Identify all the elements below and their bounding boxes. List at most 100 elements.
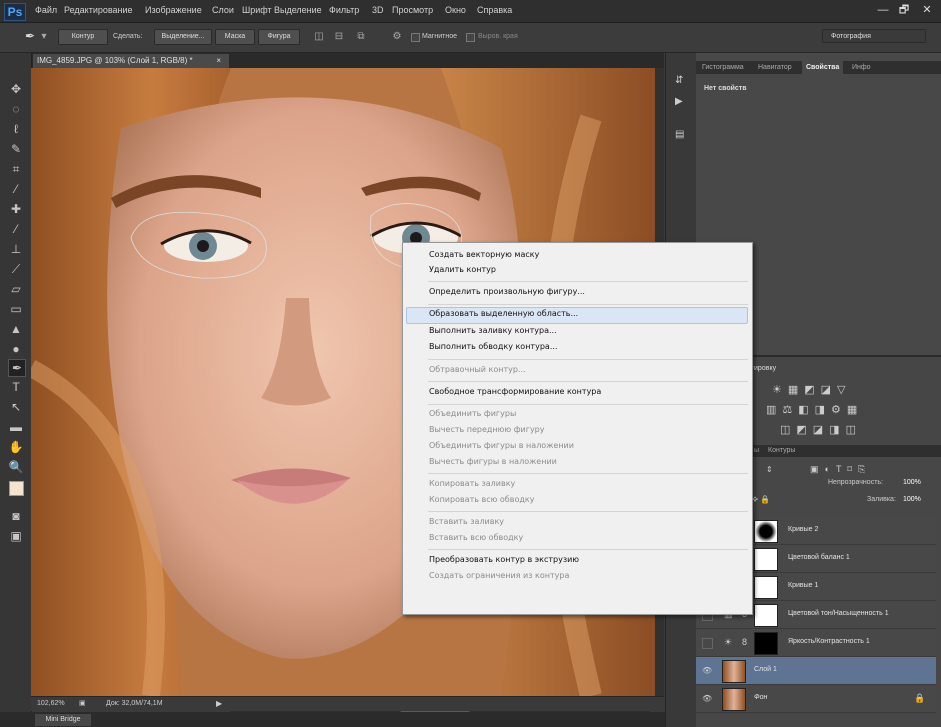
make-shape-button[interactable]: Фигура [258, 29, 300, 45]
hand-tool-icon[interactable]: ✋ [8, 439, 24, 455]
menu-item-copy-stroke[interactable]: Копировать всю обводку [429, 495, 534, 504]
menu-item-define-custom-shape[interactable]: Определить произвольную фигуру... [429, 287, 585, 296]
screen-mode-icon[interactable]: ▣ [8, 528, 24, 544]
lasso-tool-icon[interactable]: ℓ [8, 121, 24, 137]
menu-file[interactable]: Файл [35, 5, 57, 15]
tab-properties[interactable]: Свойства [802, 61, 844, 74]
document-tab-title: IMG_4859.JPG @ 103% (Слой 1, RGB/8) * [37, 56, 193, 65]
share-icon[interactable]: ▣ [79, 699, 86, 707]
menu-filter[interactable]: Фильтр [329, 5, 359, 15]
shape-tool-icon[interactable]: ▬ [8, 419, 24, 435]
menu-image[interactable]: Изображение [145, 5, 202, 15]
path-alignment-icon[interactable]: ⊟ [333, 31, 345, 42]
fill-value[interactable]: 100% [903, 496, 921, 503]
blur-tool-icon[interactable]: ▲ [8, 321, 24, 337]
status-bar: 102,62% ▣ Док: 32,0M/74,1M ▶ [31, 696, 664, 711]
menu-item-create-vector-mask[interactable]: Создать векторную маску [429, 250, 539, 259]
zoom-tool-icon[interactable]: 🔍 [8, 459, 24, 475]
eyedropper-tool-icon[interactable]: ⁄ [8, 181, 24, 197]
layer-comps-icon[interactable]: ▤ [675, 129, 684, 140]
pen-tool-icon[interactable]: ✒ [8, 359, 26, 377]
layer-filter-icons[interactable]: ▣◐T⌑⎘ [810, 464, 871, 475]
eye-icon[interactable]: 👁 [702, 666, 712, 675]
status-menu-arrow-icon[interactable]: ▶ [216, 699, 222, 708]
document-tab[interactable]: IMG_4859.JPG @ 103% (Слой 1, RGB/8) * × [33, 54, 229, 68]
tab-info[interactable]: Инфо [848, 61, 875, 74]
menu-item-fill-path[interactable]: Выполнить заливку контура... [429, 326, 557, 335]
filter-dropdown-icon[interactable]: ⇕ [766, 465, 773, 474]
menu-item-paste-fill[interactable]: Вставить заливку [429, 517, 504, 526]
magnetic-checkbox[interactable] [411, 33, 420, 42]
zoom-level[interactable]: 102,62% [37, 700, 65, 707]
type-tool-icon[interactable]: T [8, 379, 24, 395]
menu-layers[interactable]: Слои [212, 5, 234, 15]
move-tool-icon[interactable]: ✥ [8, 81, 24, 97]
menu-item-exclude-overlapping[interactable]: Вычесть фигуры в наложении [429, 457, 557, 466]
pen-tool-icon[interactable]: ✒ [24, 30, 36, 42]
menu-item-make-selection[interactable]: Образовать выделенную область... [429, 309, 578, 318]
gear-icon[interactable]: ⚙ [391, 31, 403, 42]
path-select-tool-icon[interactable]: ↖ [8, 399, 24, 415]
crop-tool-icon[interactable]: ⌗ [8, 161, 24, 177]
photoshop-logo: Ps [4, 3, 26, 21]
adjustment-icons-row-1[interactable]: ☀▦◩◪▽ [772, 383, 852, 396]
close-button[interactable]: ✕ [918, 3, 936, 17]
menu-item-clipping-path[interactable]: Обтравочный контур... [429, 365, 526, 374]
history-panel-icon[interactable]: ⇵ [675, 75, 683, 86]
adjustment-icons-row-2[interactable]: ▥⚖◧◨⚙▦ [766, 403, 863, 416]
tab-paths[interactable]: Контуры [764, 445, 799, 457]
make-mask-button[interactable]: Маска [215, 29, 255, 45]
menu-item-delete-path[interactable]: Удалить контур [429, 265, 496, 274]
healing-tool-icon[interactable]: ✚ [8, 201, 24, 217]
menu-view[interactable]: Просмотр [392, 5, 433, 15]
menu-item-extrude-path[interactable]: Преобразовать контур в экструзию [429, 555, 579, 564]
tab-histogram[interactable]: Гистограмма [698, 61, 748, 74]
menu-item-stroke-path[interactable]: Выполнить обводку контура... [429, 342, 557, 351]
close-tab-icon[interactable]: × [216, 54, 221, 68]
menu-select[interactable]: Выделение [274, 5, 322, 15]
menu-item-copy-fill[interactable]: Копировать заливку [429, 479, 515, 488]
adjustment-icons-row-3[interactable]: ◫◩◪◨◫ [780, 423, 862, 436]
eraser-tool-icon[interactable]: ▱ [8, 281, 24, 297]
menu-help[interactable]: Справка [477, 5, 512, 15]
align-edges-checkbox[interactable] [466, 33, 475, 42]
path-operations-icon[interactable]: ◫ [313, 31, 325, 42]
minimize-button[interactable]: — [874, 3, 892, 17]
menu-edit[interactable]: Редактирование [64, 5, 133, 15]
dodge-tool-icon[interactable]: ● [8, 341, 24, 357]
dropdown-arrow-icon[interactable]: ▾ [38, 31, 50, 42]
tab-navigator[interactable]: Навигатор [754, 61, 796, 74]
workspace-select[interactable]: Фотография [822, 29, 926, 43]
opacity-value[interactable]: 100% [903, 479, 921, 486]
menu-item-create-constraints[interactable]: Создать ограничения из контура [429, 571, 569, 580]
mode-select[interactable]: Контур [58, 29, 108, 45]
layer-row[interactable]: ☀ 8 Яркость/Контрастность 1 [696, 629, 936, 657]
path-arrangement-icon[interactable]: ⧉ [355, 31, 367, 42]
brush-tool-icon[interactable]: ⁄ [8, 221, 24, 237]
tools-panel: ✥ ◌ ℓ ✎ ⌗ ⁄ ✚ ⁄ ⊥ ⟋ ▱ ▭ ▲ ● ✒ T ↖ ▬ ✋ 🔍 … [0, 53, 32, 713]
layer-row[interactable]: 👁 Фон 🔒 [696, 685, 936, 713]
menu-3d[interactable]: 3D [372, 5, 384, 15]
mini-bridge-tab[interactable]: Mini Bridge [35, 714, 91, 726]
marquee-tool-icon[interactable]: ◌ [8, 101, 24, 117]
history-brush-tool-icon[interactable]: ⟋ [8, 261, 24, 277]
menu-item-intersect-shapes[interactable]: Объединить фигуры в наложении [429, 441, 574, 450]
layer-thumbnail [722, 660, 746, 683]
layer-row-selected[interactable]: 👁 Слой 1 [696, 657, 936, 685]
foreground-color-swatch[interactable] [9, 481, 24, 496]
menu-item-combine-shapes[interactable]: Объединить фигуры [429, 409, 516, 418]
menu-type[interactable]: Шрифт [242, 5, 272, 15]
menu-item-free-transform-path[interactable]: Свободное трансформирование контура [429, 387, 601, 396]
visibility-toggle[interactable] [702, 638, 713, 649]
menu-window[interactable]: Окно [445, 5, 466, 15]
actions-play-icon[interactable]: ▶ [675, 96, 683, 107]
restore-button[interactable]: 🗗 [895, 3, 913, 17]
eye-icon[interactable]: 👁 [702, 694, 712, 703]
menu-item-subtract-front-shape[interactable]: Вычесть переднюю фигуру [429, 425, 544, 434]
menu-item-paste-stroke[interactable]: Вставить всю обводку [429, 533, 523, 542]
gradient-tool-icon[interactable]: ▭ [8, 301, 24, 317]
make-selection-button[interactable]: Выделение... [154, 29, 212, 45]
stamp-tool-icon[interactable]: ⊥ [8, 241, 24, 257]
quick-select-tool-icon[interactable]: ✎ [8, 141, 24, 157]
quick-mask-icon[interactable]: ◙ [8, 508, 24, 524]
